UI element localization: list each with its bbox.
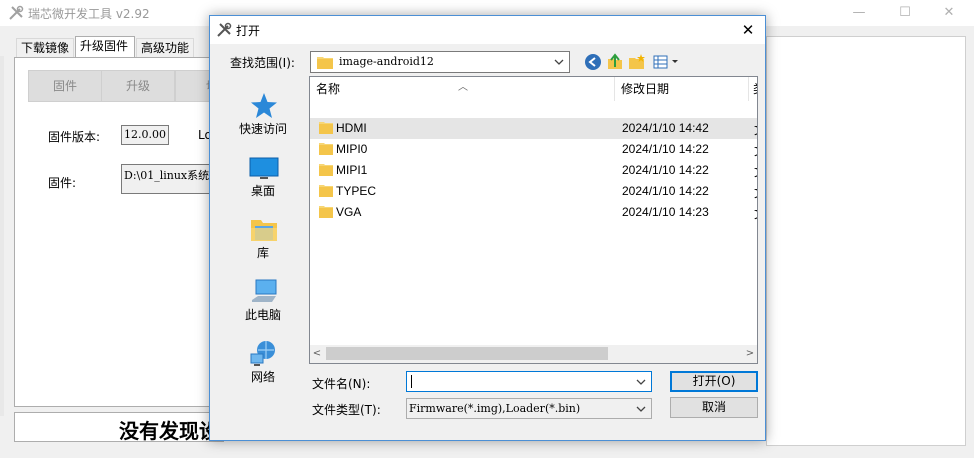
background-strip	[372, 444, 452, 458]
folder-icon	[319, 185, 333, 197]
place-label: 此电脑	[244, 308, 281, 322]
tab-advanced[interactable]: 高级功能	[136, 38, 194, 58]
firmware-version-label: 固件版本:	[48, 130, 101, 144]
place-desktop[interactable]: 桌面	[220, 146, 306, 206]
dialog-close-button[interactable]: ✕	[731, 16, 765, 44]
desktop-icon	[249, 157, 279, 179]
text-caret	[411, 375, 412, 388]
folder-icon	[319, 143, 333, 155]
status-bar: 没有发现设	[14, 412, 224, 443]
upgrade-panel	[14, 57, 214, 407]
sort-up-icon: ︿	[458, 82, 468, 93]
file-row-mipi0[interactable]: MIPI0 2024/1/10 14:22 文	[310, 139, 757, 160]
column-name-label: 名称	[316, 82, 341, 96]
tools-icon	[9, 5, 24, 20]
file-date: 2024/1/10 14:22	[622, 142, 709, 156]
open-button[interactable]: 打开(O)	[670, 371, 758, 392]
chevron-down-icon	[554, 59, 564, 65]
folder-icon	[319, 164, 333, 176]
firmware-button[interactable]: 固件	[28, 70, 102, 102]
file-row-typec[interactable]: TYPEC 2024/1/10 14:22 文	[310, 181, 757, 202]
tools-icon	[217, 22, 232, 37]
filename-label: 文件名(N):	[312, 377, 371, 391]
up-folder-icon[interactable]	[606, 53, 624, 71]
computer-icon	[252, 279, 277, 302]
upgrade-button[interactable]: 升级	[101, 70, 175, 102]
file-row-hdmi[interactable]: HDMI 2024/1/10 14:42 文	[310, 118, 757, 139]
firmware-version-value: 12.0.00	[121, 125, 169, 145]
filetype-value: Firmware(*.img),Loader(*.bin)	[409, 402, 581, 415]
view-menu-icon[interactable]	[652, 53, 682, 71]
file-name: VGA	[336, 205, 362, 219]
library-icon	[251, 220, 277, 241]
file-name: MIPI0	[336, 142, 368, 156]
open-file-dialog: 打开 ✕ 查找范围(I): image-android12 快速访问 桌面 库 …	[209, 15, 766, 441]
firmware-label: 固件:	[48, 176, 77, 190]
column-header-name[interactable]: 名称 ︿	[310, 77, 615, 101]
filename-input[interactable]	[406, 371, 652, 392]
file-name: HDMI	[336, 121, 367, 135]
file-type: 文	[754, 205, 757, 222]
file-type: 文	[754, 142, 757, 159]
folder-icon	[317, 57, 333, 69]
column-header-date[interactable]: 修改日期	[615, 77, 749, 101]
main-window-title: 瑞芯微开发工具 v2.92	[28, 7, 150, 21]
column-type-label: 类	[753, 82, 757, 96]
look-in-label: 查找范围(I):	[230, 56, 295, 70]
back-icon[interactable]	[584, 53, 602, 71]
file-type: 文	[754, 163, 757, 180]
scroll-right-icon[interactable]: >	[743, 346, 757, 362]
file-date: 2024/1/10 14:22	[622, 184, 709, 198]
chevron-down-icon	[636, 406, 646, 412]
file-list: 名称 ︿ 修改日期 类 HDMI 2024/1/10 14:42 文 MIPI0…	[309, 76, 758, 364]
chevron-down-icon[interactable]	[635, 376, 647, 388]
status-text: 没有发现设	[119, 419, 219, 443]
folder-icon	[319, 206, 333, 218]
dialog-title: 打开	[236, 24, 261, 38]
place-label: 库	[256, 246, 269, 260]
filetype-label: 文件类型(T):	[312, 403, 381, 417]
cancel-button[interactable]: 取消	[670, 397, 758, 418]
scroll-left-icon[interactable]: <	[310, 346, 324, 362]
file-row-mipi1[interactable]: MIPI1 2024/1/10 14:22 文	[310, 160, 757, 181]
look-in-value: image-android12	[339, 55, 434, 68]
place-label: 桌面	[250, 184, 275, 198]
log-box	[766, 36, 966, 446]
places-bar: 快速访问 桌面 库 此电脑 网络	[220, 76, 306, 416]
new-folder-icon[interactable]	[628, 53, 646, 71]
place-library[interactable]: 库	[220, 208, 306, 268]
minimize-button[interactable]: —	[836, 0, 882, 26]
tab-upgrade-firmware[interactable]: 升级固件	[75, 36, 135, 58]
file-row-vga[interactable]: VGA 2024/1/10 14:23 文	[310, 202, 757, 223]
place-quick-access[interactable]: 快速访问	[220, 84, 306, 144]
file-type: 文	[754, 184, 757, 201]
file-date: 2024/1/10 14:23	[622, 205, 709, 219]
left-edge	[0, 56, 4, 416]
look-in-dropdown[interactable]: image-android12	[310, 51, 570, 73]
dialog-titlebar: 打开 ✕	[210, 16, 765, 44]
tab-download-image[interactable]: 下载镜像	[16, 38, 74, 58]
network-icon	[250, 341, 275, 366]
place-label: 快速访问	[238, 122, 287, 136]
file-date: 2024/1/10 14:42	[622, 121, 709, 135]
column-date-label: 修改日期	[621, 82, 670, 96]
horizontal-scrollbar[interactable]: < >	[310, 345, 757, 363]
file-date: 2024/1/10 14:22	[622, 163, 709, 177]
place-this-pc[interactable]: 此电脑	[220, 270, 306, 330]
folder-icon	[319, 122, 333, 134]
star-icon	[251, 93, 277, 118]
place-label: 网络	[250, 370, 275, 384]
file-type: 文	[754, 121, 757, 138]
file-name: TYPEC	[336, 184, 377, 198]
place-network[interactable]: 网络	[220, 332, 306, 392]
filetype-dropdown[interactable]: Firmware(*.img),Loader(*.bin)	[406, 398, 652, 419]
scroll-thumb[interactable]	[326, 347, 608, 360]
file-name: MIPI1	[336, 163, 368, 177]
maximize-button[interactable]: ☐	[882, 0, 928, 26]
close-button[interactable]: ✕	[926, 0, 972, 26]
column-header-type[interactable]: 类	[749, 77, 757, 101]
firmware-path-field: D:\01_linux系统	[121, 164, 221, 194]
